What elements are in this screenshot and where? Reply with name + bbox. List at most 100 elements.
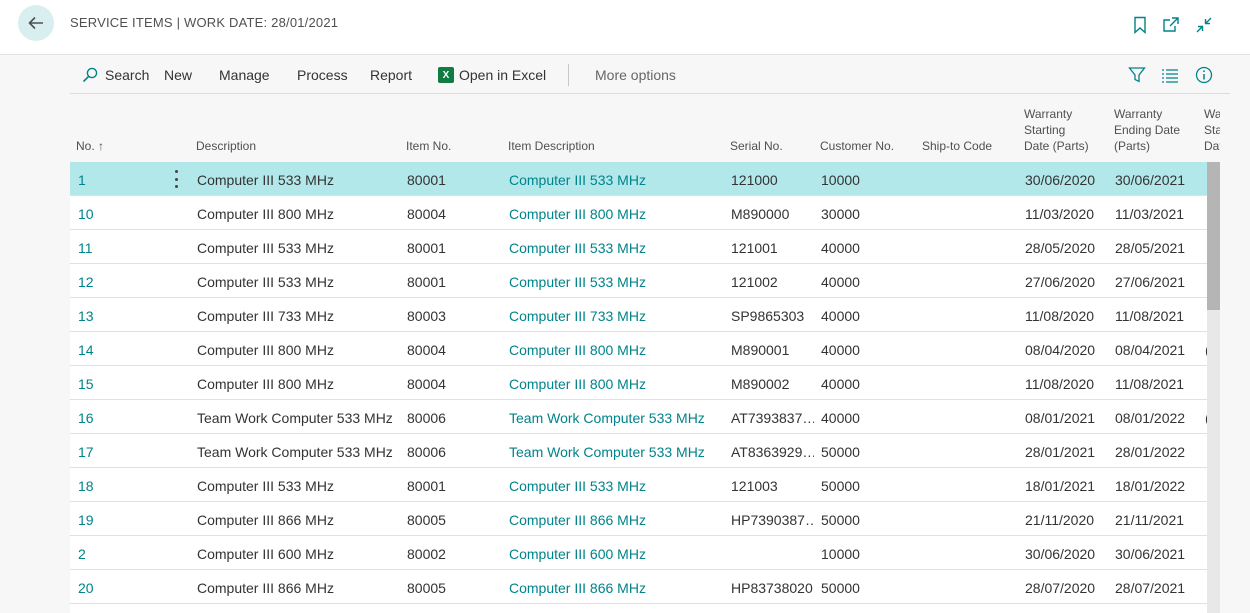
cell-no[interactable]: 14 xyxy=(78,342,168,358)
cell-warranty-ending-date: 08/01/2022 xyxy=(1115,410,1186,426)
bookmark-button[interactable] xyxy=(1129,14,1151,36)
cell-item-description[interactable]: Computer III 800 MHz xyxy=(509,376,721,392)
cell-serial-no: 121001 xyxy=(731,240,778,256)
table-row[interactable]: 11 Computer III 533 MHz 80001 Computer III … xyxy=(70,230,1207,264)
cell-customer-no: 40000 xyxy=(821,410,860,426)
manage-menu[interactable]: Manage xyxy=(219,67,270,83)
cell-warranty-starting-date: 30/06/2020 xyxy=(1025,546,1096,562)
cell-customer-no: 30000 xyxy=(821,206,860,222)
table-row[interactable]: 2 Computer III 600 MHz 80002 Computer III 6… xyxy=(70,536,1207,570)
cell-description: Computer III 866 MHz xyxy=(197,512,334,528)
more-options-button[interactable]: More options xyxy=(595,67,676,83)
cell-serial-no: M890000 xyxy=(731,206,790,222)
row-actions-icon[interactable] xyxy=(170,170,182,188)
cell-no[interactable]: 10 xyxy=(78,206,168,222)
table-row[interactable]: 13 Computer III 733 MHz 80003 Computer III … xyxy=(70,298,1207,332)
process-menu[interactable]: Process xyxy=(297,67,348,83)
table-row[interactable]: 1 Computer III 533 MHz 80001 Computer III 5… xyxy=(70,162,1207,196)
main-content: Search New Manage Process Report X Open … xyxy=(2,56,1248,613)
service-items-table: 1 Computer III 533 MHz 80001 Computer III 5… xyxy=(70,162,1207,613)
new-button[interactable]: New xyxy=(164,67,192,83)
cell-no[interactable]: 2 xyxy=(78,546,168,562)
cell-item-no: 80002 xyxy=(407,546,446,562)
column-header-customer-no[interactable]: Customer No. xyxy=(820,138,894,154)
cell-customer-no: 40000 xyxy=(821,240,860,256)
table-row[interactable]: 14 Computer III 800 MHz 80004 Computer III … xyxy=(70,332,1207,366)
warranty-start-header-line1: Warranty xyxy=(1024,107,1073,121)
open-in-excel-label: Open in Excel xyxy=(459,67,547,83)
cell-item-description[interactable]: Computer III 533 MHz xyxy=(509,172,721,188)
cell-item-description[interactable]: Computer III 600 MHz xyxy=(509,546,721,562)
filter-button[interactable] xyxy=(1127,65,1147,85)
search-icon xyxy=(82,67,98,83)
cell-warranty-starting-date: 11/08/2020 xyxy=(1025,376,1095,392)
cell-item-description[interactable]: Computer III 866 MHz xyxy=(509,512,721,528)
back-button[interactable] xyxy=(18,5,54,41)
cell-item-no: 80003 xyxy=(407,308,446,324)
cell-description: Computer III 866 MHz xyxy=(197,580,334,596)
table-row[interactable]: 12 Computer III 533 MHz 80001 Computer III … xyxy=(70,264,1207,298)
open-in-excel-button[interactable]: X Open in Excel xyxy=(438,67,546,83)
cell-item-description[interactable]: Computer III 800 MHz xyxy=(509,206,721,222)
column-header-serial-no[interactable]: Serial No. xyxy=(730,138,783,154)
cell-serial-no: 121002 xyxy=(731,274,778,290)
column-header-no[interactable]: No. ↑ xyxy=(76,138,104,154)
cell-no[interactable]: 18 xyxy=(78,478,168,494)
table-row[interactable]: 17 Team Work Computer 533 MHz 80006 Team Wo… xyxy=(70,434,1207,468)
scrollbar-thumb[interactable] xyxy=(1207,162,1220,310)
column-header-warranty-ending-date[interactable]: Warranty Ending Date (Parts) xyxy=(1114,106,1180,154)
table-row[interactable]: 15 Computer III 800 MHz 80004 Computer III … xyxy=(70,366,1207,400)
cell-item-description[interactable]: Computer III 533 MHz xyxy=(509,240,721,256)
collapse-button[interactable] xyxy=(1193,14,1215,36)
cell-description: Computer III 533 MHz xyxy=(197,240,334,256)
cell-item-no: 80005 xyxy=(407,512,446,528)
truncated-header-line2: Sta xyxy=(1204,123,1220,137)
cell-no[interactable]: 13 xyxy=(78,308,168,324)
search-button[interactable]: Search xyxy=(82,67,149,83)
cell-no[interactable]: 1 xyxy=(78,172,168,188)
column-header-truncated[interactable]: Wa Sta Dat xyxy=(1204,106,1220,154)
column-header-ship-to-code[interactable]: Ship-to Code xyxy=(922,138,992,154)
cell-warranty-starting-date: 11/08/2020 xyxy=(1025,308,1095,324)
column-header-warranty-starting-date[interactable]: Warranty Starting Date (Parts) xyxy=(1024,106,1089,154)
table-row[interactable]: 10 Computer III 800 MHz 80004 Computer III … xyxy=(70,196,1207,230)
cell-warranty-starting-date: 28/07/2020 xyxy=(1025,580,1096,596)
cell-item-description[interactable]: Computer III 533 MHz xyxy=(509,274,721,290)
column-header-item-description[interactable]: Item Description xyxy=(508,138,595,154)
cell-item-description[interactable]: Team Work Computer 533 MHz xyxy=(509,410,721,426)
column-header-description[interactable]: Description xyxy=(196,138,256,154)
table-row[interactable]: 19 Computer III 866 MHz 80005 Computer III … xyxy=(70,502,1207,536)
grid-header: No. ↑ Description Item No. Item Descript… xyxy=(70,96,1220,162)
cell-customer-no: 10000 xyxy=(821,172,860,188)
cell-item-description[interactable]: Computer III 800 MHz xyxy=(509,342,721,358)
cell-warranty-ending-date: 30/06/2021 xyxy=(1115,172,1186,188)
table-row[interactable]: 16 Team Work Computer 533 MHz 80006 Team Wo… xyxy=(70,400,1207,434)
cell-customer-no: 40000 xyxy=(821,274,860,290)
page-title: SERVICE ITEMS | WORK DATE: 28/01/2021 xyxy=(70,15,339,30)
open-new-window-button[interactable] xyxy=(1160,14,1182,36)
cell-no[interactable]: 16 xyxy=(78,410,168,426)
info-button[interactable] xyxy=(1194,65,1214,85)
table-row[interactable]: 18 Computer III 533 MHz 80001 Computer III … xyxy=(70,468,1207,502)
cell-item-description[interactable]: Computer III 866 MHz xyxy=(509,580,721,596)
cell-customer-no: 10000 xyxy=(821,546,860,562)
vertical-scrollbar[interactable] xyxy=(1207,162,1220,613)
list-view-button[interactable] xyxy=(1160,65,1180,85)
column-header-item-no[interactable]: Item No. xyxy=(406,138,451,154)
cell-no[interactable]: 19 xyxy=(78,512,168,528)
cell-serial-no: AT7393837… xyxy=(731,410,814,426)
cell-item-description[interactable]: Computer III 733 MHz xyxy=(509,308,721,324)
cell-customer-no: 50000 xyxy=(821,580,860,596)
cell-no[interactable]: 17 xyxy=(78,444,168,460)
cell-item-description[interactable]: Computer III 533 MHz xyxy=(509,478,721,494)
cell-item-description[interactable]: Team Work Computer 533 MHz xyxy=(509,444,721,460)
table-row[interactable]: 20 Computer III 866 MHz 80005 Computer III … xyxy=(70,570,1207,604)
cell-no[interactable]: 15 xyxy=(78,376,168,392)
cell-item-no: 80004 xyxy=(407,342,446,358)
cell-no[interactable]: 12 xyxy=(78,274,168,290)
cell-no[interactable]: 11 xyxy=(78,240,168,256)
top-bar: SERVICE ITEMS | WORK DATE: 28/01/2021 xyxy=(0,0,1250,55)
report-menu[interactable]: Report xyxy=(370,67,412,83)
cell-no[interactable]: 20 xyxy=(78,580,168,596)
cell-warranty-ending-date: 11/03/2021 xyxy=(1115,206,1185,222)
